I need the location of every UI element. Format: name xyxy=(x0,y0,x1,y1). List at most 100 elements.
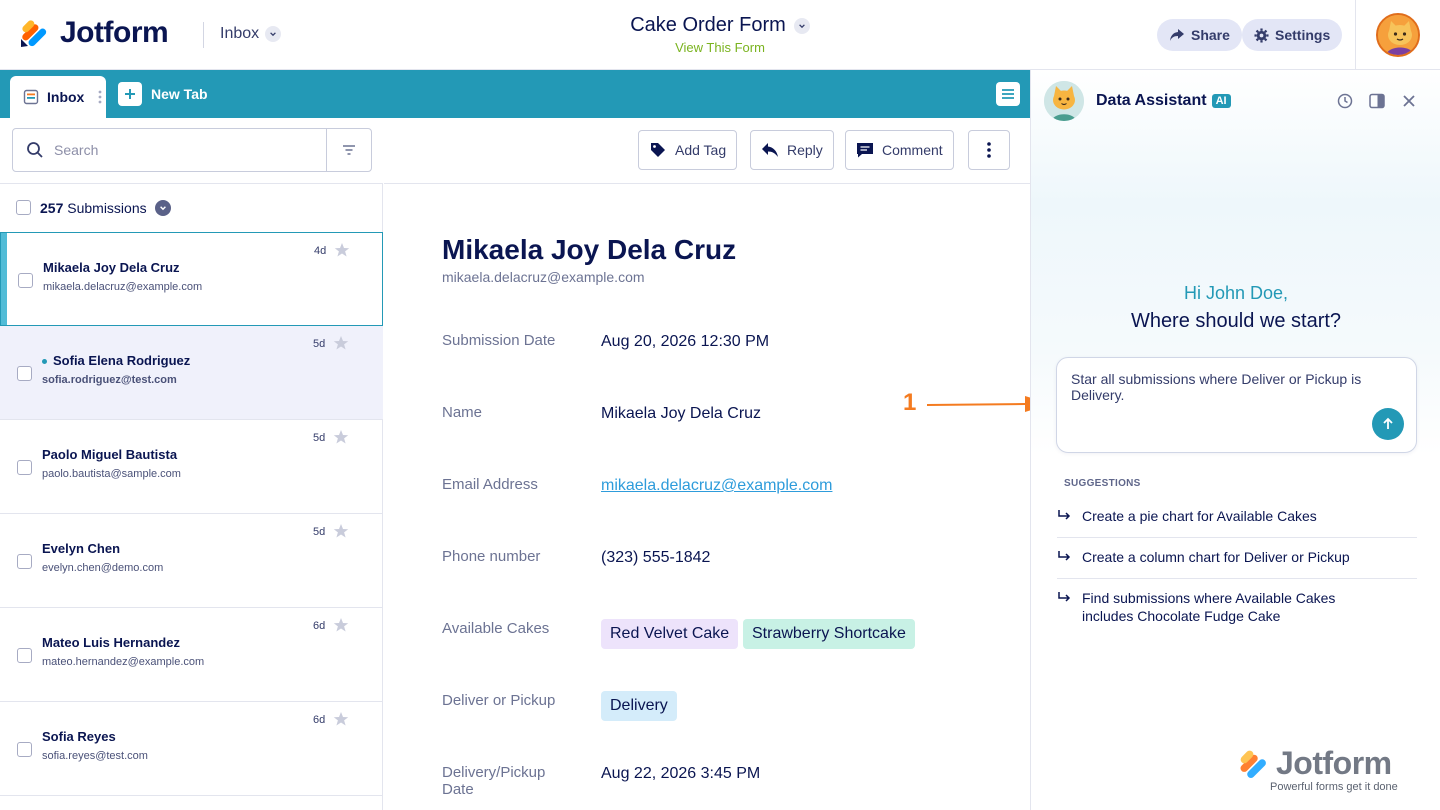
star-icon[interactable] xyxy=(333,335,349,351)
top-bar: Jotform Inbox Cake Order Form View This … xyxy=(0,0,1440,70)
star-icon[interactable] xyxy=(333,711,349,727)
filter-button[interactable] xyxy=(326,129,371,171)
arrow-return-icon xyxy=(1058,592,1071,602)
star-icon[interactable] xyxy=(333,523,349,539)
new-tab-button[interactable]: New Tab xyxy=(118,82,208,106)
row-age: 4d xyxy=(314,245,327,257)
share-icon xyxy=(1170,29,1184,41)
star-icon[interactable] xyxy=(333,617,349,633)
row-checkbox[interactable] xyxy=(17,742,32,757)
table-row[interactable]: Paolo Miguel Bautista paolo.bautista@sam… xyxy=(0,420,383,514)
assistant-greeting: Hi John Doe, xyxy=(1183,283,1289,303)
row-checkbox[interactable] xyxy=(17,554,32,569)
table-row[interactable]: Mikaela Joy Dela Cruz mikaela.delacruz@e… xyxy=(0,232,383,326)
field-label-phone: Phone number xyxy=(442,548,541,565)
table-row[interactable]: Sofia Elena Rodriguez sofia.rodriguez@te… xyxy=(0,326,383,420)
assistant-title-text: Data Assistant xyxy=(1096,92,1207,109)
row-age: 5d xyxy=(313,526,326,538)
send-button[interactable] xyxy=(1372,408,1404,440)
jotform-logo[interactable]: Jotform xyxy=(18,16,169,50)
row-age: 5d xyxy=(313,338,326,350)
field-value-email: mikaela.delacruz@example.com xyxy=(601,477,832,495)
assistant-avatar xyxy=(1044,81,1084,121)
assistant-title: Data Assistant AI xyxy=(1096,92,1231,110)
cake-chip: Red Velvet Cake xyxy=(601,619,739,649)
row-checkbox[interactable] xyxy=(17,460,32,475)
submission-count: 257 xyxy=(40,199,64,216)
row-email: evelyn.chen@demo.com xyxy=(42,562,164,574)
history-icon[interactable] xyxy=(1336,92,1354,110)
list-view-icon[interactable] xyxy=(996,82,1020,106)
filter-icon xyxy=(343,145,355,155)
form-title-block: Cake Order Form View This Form xyxy=(560,14,880,55)
field-label-name: Name xyxy=(442,404,483,421)
comment-label: Comment xyxy=(882,142,943,158)
settings-button[interactable]: Settings xyxy=(1242,19,1343,51)
inbox-dropdown[interactable]: Inbox xyxy=(220,25,282,43)
share-button[interactable]: Share xyxy=(1157,19,1242,51)
star-icon[interactable] xyxy=(333,429,349,445)
panel-toggle-icon[interactable] xyxy=(1368,92,1386,110)
brand-name: Jotform xyxy=(60,16,169,49)
row-email: sofia.reyes@test.com xyxy=(42,750,148,762)
submissions-dropdown-icon[interactable] xyxy=(154,199,171,216)
annotation-number: 1 xyxy=(903,389,917,416)
email-link[interactable]: mikaela.delacruz@example.com xyxy=(601,477,832,494)
data-assistant-panel: Data Assistant AI Hi John Doe, Where sho… xyxy=(1030,70,1440,810)
field-value-delivery-date: Aug 22, 2026 3:45 PM xyxy=(601,765,761,782)
field-label-email: Email Address xyxy=(442,476,538,493)
suggestion-item[interactable]: Create a pie chart for Available Cakes xyxy=(1057,507,1417,525)
suggestion-item[interactable]: Create a column chart for Deliver or Pic… xyxy=(1057,548,1417,566)
add-tag-button[interactable]: Add Tag xyxy=(638,130,738,170)
row-checkbox[interactable] xyxy=(18,273,33,288)
jotform-logo-icon xyxy=(21,20,47,47)
suggestions-label: SUGGESTIONS xyxy=(1064,478,1141,489)
select-all-checkbox[interactable] xyxy=(16,200,31,215)
new-tab-label: New Tab xyxy=(151,86,208,102)
delivery-chip: Delivery xyxy=(601,691,677,721)
row-email: paolo.bautista@sample.com xyxy=(42,468,181,480)
row-age: 5d xyxy=(313,432,326,444)
reply-label: Reply xyxy=(787,142,823,158)
row-checkbox[interactable] xyxy=(17,366,32,381)
table-row[interactable]: Mateo Luis Hernandez mateo.hernandez@exa… xyxy=(0,608,383,702)
suggestion-text: Create a column chart for Deliver or Pic… xyxy=(1082,549,1350,565)
suggestion-divider xyxy=(1057,537,1417,538)
row-age: 6d xyxy=(313,620,326,632)
tab-more-icon[interactable] xyxy=(98,89,102,105)
gear-icon xyxy=(1254,27,1269,43)
field-label-deliver-or-pickup: Deliver or Pickup xyxy=(442,692,556,709)
search-input[interactable] xyxy=(54,142,314,158)
table-row[interactable]: Sofia Reyes sofia.reyes@test.com 6d xyxy=(0,702,383,796)
prompt-text[interactable]: Star all submissions where Deliver or Pi… xyxy=(1071,371,1391,403)
suggestion-item[interactable]: Find submissions where Available Cakes i… xyxy=(1057,589,1417,625)
field-value-name: Mikaela Joy Dela Cruz xyxy=(601,405,762,422)
prompt-input[interactable]: Star all submissions where Deliver or Pi… xyxy=(1056,357,1417,453)
star-icon[interactable] xyxy=(334,242,350,258)
user-avatar[interactable] xyxy=(1376,13,1420,57)
tab-inbox[interactable]: Inbox xyxy=(10,76,106,118)
comment-button[interactable]: Comment xyxy=(845,130,954,170)
more-actions-button[interactable] xyxy=(968,130,1010,170)
view-form-link[interactable]: View This Form xyxy=(560,40,880,55)
row-name: Sofia Reyes xyxy=(42,729,116,744)
suggestion-text: Find submissions where Available Cakes i… xyxy=(1082,590,1336,624)
form-title-chevron-icon[interactable] xyxy=(793,17,810,34)
inbox-dropdown-label: Inbox xyxy=(220,25,260,42)
field-value-phone: (323) 555-1842 xyxy=(601,549,711,566)
topbar-separator xyxy=(1355,0,1356,70)
cat-assistant-icon xyxy=(1044,81,1084,121)
chevron-down-icon xyxy=(265,26,282,42)
search-box xyxy=(12,128,372,172)
suggestion-divider xyxy=(1057,578,1417,579)
row-name: Mateo Luis Hernandez xyxy=(42,635,180,650)
watermark-brand: Jotform xyxy=(1276,745,1392,781)
comment-icon xyxy=(857,143,873,158)
table-row[interactable]: Evelyn Chen evelyn.chen@demo.com 5d xyxy=(0,514,383,608)
plus-icon xyxy=(118,82,142,106)
row-checkbox[interactable] xyxy=(17,648,32,663)
close-icon[interactable] xyxy=(1400,92,1418,110)
submission-count-label: Submissions xyxy=(67,199,147,216)
row-name: Sofia Elena Rodriguez xyxy=(42,353,190,368)
reply-button[interactable]: Reply xyxy=(750,130,834,170)
